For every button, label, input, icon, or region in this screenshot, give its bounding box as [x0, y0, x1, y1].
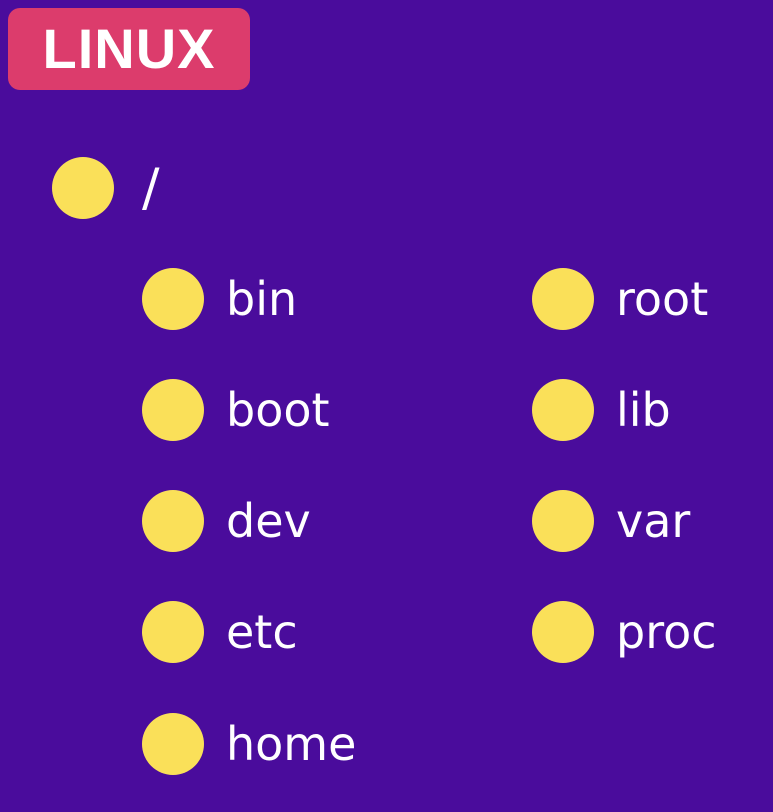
- list-item-var: var: [532, 490, 690, 552]
- list-item-dev: dev: [142, 490, 311, 552]
- bullet-dot: [532, 601, 594, 663]
- bullet-dot: [532, 379, 594, 441]
- list-item-proc: proc: [532, 601, 717, 663]
- directory-label: home: [226, 717, 357, 771]
- bullet-dot: [142, 490, 204, 552]
- directory-label: proc: [616, 605, 717, 659]
- list-item-root-directory: /: [52, 157, 160, 219]
- directory-label: bin: [226, 272, 298, 326]
- list-item-boot: boot: [142, 379, 330, 441]
- directory-label: etc: [226, 605, 298, 659]
- linux-badge: LINUX: [8, 8, 250, 90]
- list-item-bin: bin: [142, 268, 297, 330]
- list-item-lib: lib: [532, 379, 671, 441]
- bullet-dot: [142, 601, 204, 663]
- directory-label: root: [616, 272, 709, 326]
- directory-label: lib: [616, 383, 671, 437]
- directory-label: var: [616, 494, 691, 548]
- bullet-dot: [532, 490, 594, 552]
- list-item-etc: etc: [142, 601, 298, 663]
- bullet-dot: [142, 268, 204, 330]
- directory-label: boot: [226, 383, 330, 437]
- bullet-dot: [142, 713, 204, 775]
- list-item-home: home: [142, 713, 356, 775]
- badge-label: LINUX: [42, 17, 216, 80]
- root-directory-label: /: [142, 158, 160, 218]
- bullet-dot: [532, 268, 594, 330]
- bullet-dot: [52, 157, 114, 219]
- list-item-root: root: [532, 268, 708, 330]
- bullet-dot: [142, 379, 204, 441]
- directory-label: dev: [226, 494, 311, 548]
